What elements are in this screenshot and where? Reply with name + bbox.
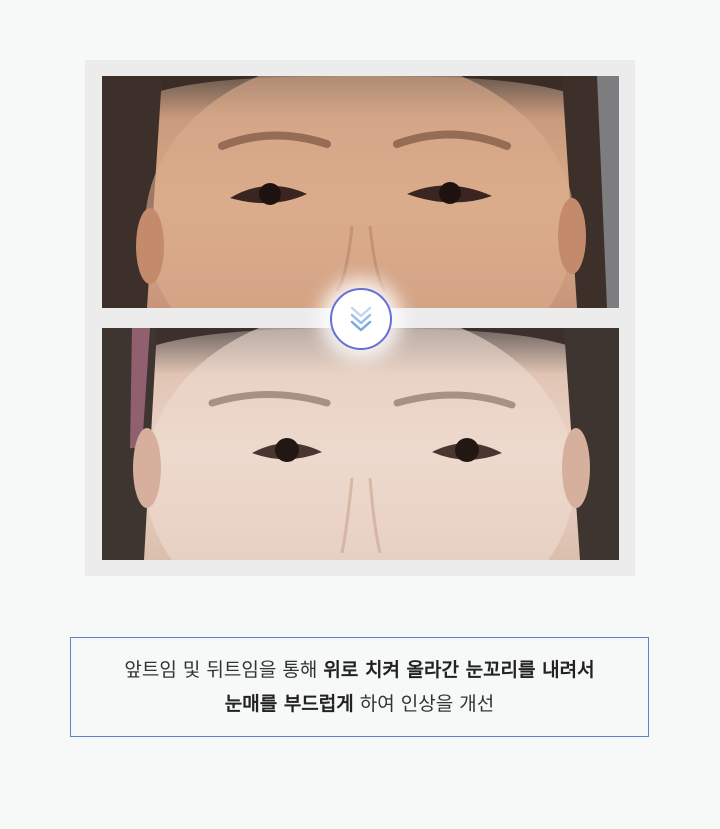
- caption-line-1: 앞트임 및 뒤트임을 통해 위로 치켜 올라간 눈꼬리를 내려서: [71, 653, 648, 687]
- caption-box: 앞트임 및 뒤트임을 통해 위로 치켜 올라간 눈꼬리를 내려서 눈매를 부드럽…: [70, 637, 649, 737]
- caption-line-1-normal: 앞트임 및 뒤트임을 통해: [124, 659, 324, 681]
- caption-line-2-emphasis: 눈매를 부드럽게: [224, 693, 354, 715]
- double-chevron-down-icon: [350, 306, 372, 332]
- after-photo: [102, 328, 619, 560]
- before-face-illustration: [102, 76, 619, 308]
- after-face-illustration: [102, 328, 619, 560]
- caption-line-2-normal: 하여 인상을 개선: [353, 693, 495, 715]
- before-after-photo-panel: [85, 60, 635, 576]
- caption-line-1-emphasis: 위로 치켜 올라간 눈꼬리를 내려서: [323, 659, 595, 681]
- before-photo: [102, 76, 619, 308]
- caption-line-2: 눈매를 부드럽게 하여 인상을 개선: [71, 687, 648, 721]
- transition-badge: [330, 288, 392, 350]
